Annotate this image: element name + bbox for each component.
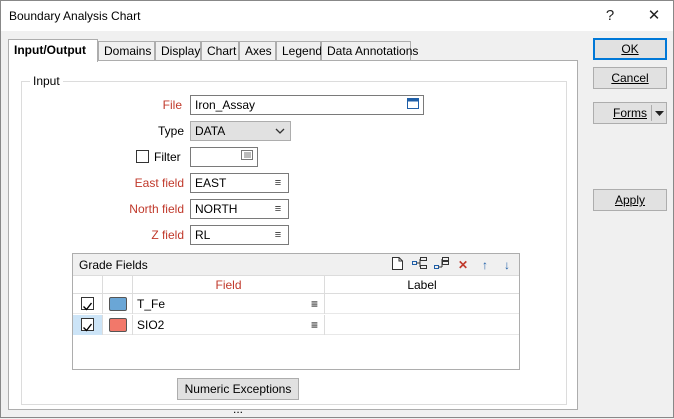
dialog-window: Boundary Analysis Chart ? ✕ Input/Output…: [0, 0, 674, 418]
ok-button[interactable]: OK: [593, 38, 667, 60]
move-up-icon[interactable]: ↑: [477, 257, 493, 273]
table-row[interactable]: SIO2 ≡: [73, 315, 519, 335]
z-field-value: RL: [195, 228, 211, 242]
tab-chart[interactable]: Chart: [201, 41, 239, 61]
apply-button-label: Apply: [614, 193, 646, 207]
field-list-icon[interactable]: ≡: [271, 202, 285, 216]
input-groupbox: Input File Iron_Assay Type DATA Filter E…: [21, 74, 567, 416]
row-checkbox[interactable]: [81, 318, 94, 332]
window-title: Boundary Analysis Chart: [9, 9, 141, 23]
title-bar: Boundary Analysis Chart ? ✕: [1, 1, 673, 31]
field-list-icon[interactable]: ≡: [271, 176, 285, 190]
row-checkbox[interactable]: [81, 297, 94, 311]
tab-legend[interactable]: Legend: [276, 41, 322, 61]
row-field-cell[interactable]: SIO2 ≡: [133, 315, 325, 335]
z-field-input[interactable]: RL ≡: [190, 225, 289, 245]
cancel-button-label: Cancel: [611, 71, 649, 85]
filter-input[interactable]: [190, 147, 258, 167]
type-label: Type: [157, 124, 184, 138]
table-row[interactable]: T_Fe ≡: [73, 294, 519, 314]
north-field-value: NORTH: [195, 202, 238, 216]
apply-button[interactable]: Apply: [593, 189, 667, 211]
help-button[interactable]: ?: [597, 5, 623, 27]
color-swatch[interactable]: [109, 297, 127, 311]
north-field-input[interactable]: NORTH ≡: [190, 199, 289, 219]
ok-button-label: OK: [621, 42, 639, 56]
color-swatch[interactable]: [109, 318, 127, 332]
numeric-exceptions-button[interactable]: Numeric Exceptions ...: [177, 378, 299, 416]
move-down-icon[interactable]: ↓: [499, 257, 515, 273]
filter-list-icon[interactable]: [240, 150, 254, 164]
forms-button[interactable]: Forms: [593, 102, 667, 124]
new-icon[interactable]: [389, 257, 405, 273]
east-field-label: East field: [134, 176, 184, 190]
row-color-cell[interactable]: [103, 315, 133, 335]
field-list-icon[interactable]: ≡: [311, 315, 318, 335]
row-check-cell: [73, 294, 103, 314]
delete-icon[interactable]: ✕: [455, 257, 471, 273]
insert-before-icon[interactable]: [411, 257, 427, 273]
forms-dropdown-icon[interactable]: [655, 103, 664, 123]
row-label-cell[interactable]: [325, 294, 519, 314]
field-column-header[interactable]: Field: [133, 276, 325, 294]
chevron-down-icon: [273, 124, 287, 138]
type-select[interactable]: DATA: [190, 121, 291, 141]
file-value: Iron_Assay: [195, 98, 256, 112]
forms-button-label: Forms: [613, 106, 647, 120]
tab-axes[interactable]: Axes: [239, 41, 276, 61]
tab-panel: Input File Iron_Assay Type DATA Filter E…: [8, 60, 578, 416]
browse-icon[interactable]: [406, 98, 420, 112]
row-label-cell[interactable]: [325, 315, 519, 335]
file-input[interactable]: Iron_Assay: [190, 95, 424, 115]
cancel-button[interactable]: Cancel: [593, 67, 667, 89]
row-color-cell[interactable]: [103, 294, 133, 314]
z-field-label: Z field: [151, 228, 184, 242]
grade-fields-title: Grade Fields: [79, 258, 148, 272]
check-column-header: [73, 276, 103, 294]
type-value: DATA: [195, 124, 226, 138]
close-button[interactable]: ✕: [641, 5, 667, 27]
label-column-header[interactable]: Label: [325, 276, 519, 294]
tab-input-output[interactable]: Input/Output: [8, 39, 98, 62]
east-field-value: EAST: [195, 176, 227, 190]
file-label: File: [162, 98, 182, 112]
field-list-icon[interactable]: ≡: [311, 294, 318, 314]
east-field-input[interactable]: EAST ≡: [190, 173, 289, 193]
filter-checkbox[interactable]: [136, 150, 149, 163]
row-field-cell[interactable]: T_Fe ≡: [133, 294, 325, 314]
row-check-cell: [73, 315, 103, 335]
tab-display[interactable]: Display: [155, 41, 201, 61]
row-field-value: SIO2: [137, 318, 165, 332]
grade-fields-grid: Grade Fields ✕ ↑ ↓ Field Label T_Fe ≡ SI…: [72, 253, 520, 370]
north-field-label: North field: [129, 202, 184, 216]
color-column-header: [103, 276, 133, 294]
row-field-value: T_Fe: [137, 297, 166, 311]
tab-data-annotations[interactable]: Data Annotations: [321, 41, 418, 61]
filter-label: Filter: [154, 150, 181, 164]
field-list-icon[interactable]: ≡: [271, 228, 285, 242]
insert-after-icon[interactable]: [433, 257, 449, 273]
split-divider: [651, 105, 652, 121]
grade-fields-header: Grade Fields ✕ ↑ ↓: [73, 254, 519, 276]
input-group-legend: Input: [30, 74, 63, 88]
tab-domains[interactable]: Domains: [98, 41, 155, 61]
